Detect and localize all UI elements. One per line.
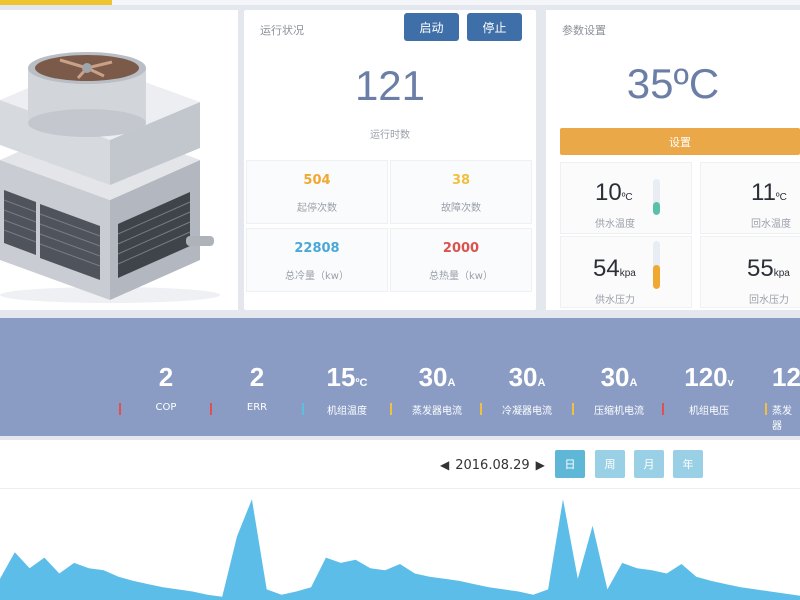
stat-value: 504 xyxy=(303,173,331,188)
metric-label: COP xyxy=(119,402,211,415)
param-settings-panel: 参数设置 35ºC 设置 10ºC 供水温度 11ºC 回水温度 54kpa 供… xyxy=(546,10,800,310)
next-date-icon[interactable]: ▶ xyxy=(536,458,545,472)
metric-unit-temp: 15ºC 机组温度 xyxy=(302,362,392,417)
stat-total-cooling: 22808 总冷量（kw） xyxy=(246,228,388,292)
chart-divider xyxy=(0,488,800,489)
metric-value: 30A xyxy=(418,362,456,392)
supply-water-pressure-cell: 54kpa 供水压力 xyxy=(560,236,692,308)
return-water-temp-cell: 11ºC 回水温度 xyxy=(700,162,800,234)
param-value: 55kpa xyxy=(747,255,790,282)
metric-evaporator-partial: 12 蒸发器 xyxy=(760,362,800,432)
metric-condenser-current: 30A 冷凝器电流 xyxy=(480,362,572,417)
stat-label: 总热量（kw） xyxy=(429,271,493,282)
run-hours-value: 121 xyxy=(354,62,426,109)
metric-compressor-current: 30A 压缩机电流 xyxy=(572,362,664,417)
metric-label: 机组电压 xyxy=(662,402,754,417)
metric-value: 2 xyxy=(158,362,174,392)
area-chart xyxy=(0,499,800,600)
prev-date-icon[interactable]: ◀ xyxy=(440,458,449,472)
param-label: 供水温度 xyxy=(595,219,635,230)
stat-value: 22808 xyxy=(294,241,340,256)
run-status-panel: 运行状况 启动 停止 121 运行时数 504 起停次数 38 故障次数 228… xyxy=(244,10,536,310)
stat-label: 起停次数 xyxy=(297,203,337,214)
run-hours-label: 运行时数 xyxy=(370,130,410,141)
metric-value: 120v xyxy=(684,362,734,392)
param-label: 回水压力 xyxy=(749,295,789,306)
start-button[interactable]: 启动 xyxy=(404,13,459,41)
return-water-pressure-cell: 55kpa 回水压力 xyxy=(700,236,800,308)
period-month-button[interactable]: 月 xyxy=(634,450,664,478)
metric-value: 30A xyxy=(508,362,546,392)
metric-label: 冷凝器电流 xyxy=(480,402,572,417)
metric-indicator xyxy=(119,403,121,415)
stat-value: 2000 xyxy=(442,241,480,256)
stat-label: 总冷量（kw） xyxy=(285,271,349,282)
param-settings-title: 参数设置 xyxy=(562,24,606,37)
metric-indicator xyxy=(390,403,392,415)
metric-unit-voltage: 120v 机组电压 xyxy=(662,362,754,417)
param-value: 10ºC xyxy=(595,179,633,206)
set-button[interactable]: 设置 xyxy=(560,128,800,155)
setpoint-value: 35ºC xyxy=(626,60,720,107)
metric-label: 压缩机电流 xyxy=(572,402,664,417)
chart-section: ◀ 2016.08.29 ▶ 日 周 月 年 xyxy=(0,440,800,600)
metric-indicator xyxy=(480,403,482,415)
stop-button[interactable]: 停止 xyxy=(467,13,522,41)
param-value: 54kpa xyxy=(593,255,636,282)
period-day-button[interactable]: 日 xyxy=(555,450,585,478)
metric-indicator xyxy=(572,403,574,415)
metric-indicator xyxy=(302,403,304,415)
period-week-button[interactable]: 周 xyxy=(595,450,625,478)
current-date: 2016.08.29 xyxy=(455,457,530,473)
gauge-fill xyxy=(653,202,660,215)
param-value: 11ºC xyxy=(751,179,787,206)
metric-label: 蒸发器 xyxy=(760,402,800,432)
metric-value: 2 xyxy=(249,362,265,392)
metric-indicator xyxy=(765,403,767,415)
stat-label: 故障次数 xyxy=(441,203,481,214)
metric-err: 2 ERR xyxy=(210,362,302,415)
metric-value: 12 xyxy=(772,362,800,392)
date-navigator: ◀ 2016.08.29 ▶ xyxy=(440,452,545,478)
param-label: 回水温度 xyxy=(751,219,791,230)
metric-value: 30A xyxy=(600,362,638,392)
metric-label: 蒸发器电流 xyxy=(390,402,482,417)
metric-value: 15ºC xyxy=(326,362,368,392)
metrics-band: 2 COP 2 ERR 15ºC 机组温度 30A 蒸发器电流 30A 冷凝器电… xyxy=(0,318,800,436)
gauge-fill xyxy=(653,265,660,289)
period-year-button[interactable]: 年 xyxy=(673,450,703,478)
device-image-panel xyxy=(0,10,238,310)
stat-fault-count: 38 故障次数 xyxy=(390,160,532,224)
top-accent-bar xyxy=(0,0,112,5)
stat-value: 38 xyxy=(451,173,471,188)
metric-cop: 2 COP xyxy=(119,362,211,415)
stat-start-stop-count: 504 起停次数 xyxy=(246,160,388,224)
stat-total-heating: 2000 总热量（kw） xyxy=(390,228,532,292)
supply-water-temp-cell: 10ºC 供水温度 xyxy=(560,162,692,234)
metric-label: 机组温度 xyxy=(302,402,392,417)
metric-indicator xyxy=(210,403,212,415)
run-status-title: 运行状况 xyxy=(260,24,304,37)
metric-evaporator-current: 30A 蒸发器电流 xyxy=(390,362,482,417)
param-label: 供水压力 xyxy=(595,295,635,306)
top-strip xyxy=(112,0,800,5)
area-series xyxy=(0,499,800,600)
metric-indicator xyxy=(662,403,664,415)
pressure-gauge-icon xyxy=(653,241,660,289)
metric-label: ERR xyxy=(210,402,302,415)
cooling-tower-image xyxy=(0,52,220,303)
temp-gauge-icon xyxy=(653,179,660,215)
